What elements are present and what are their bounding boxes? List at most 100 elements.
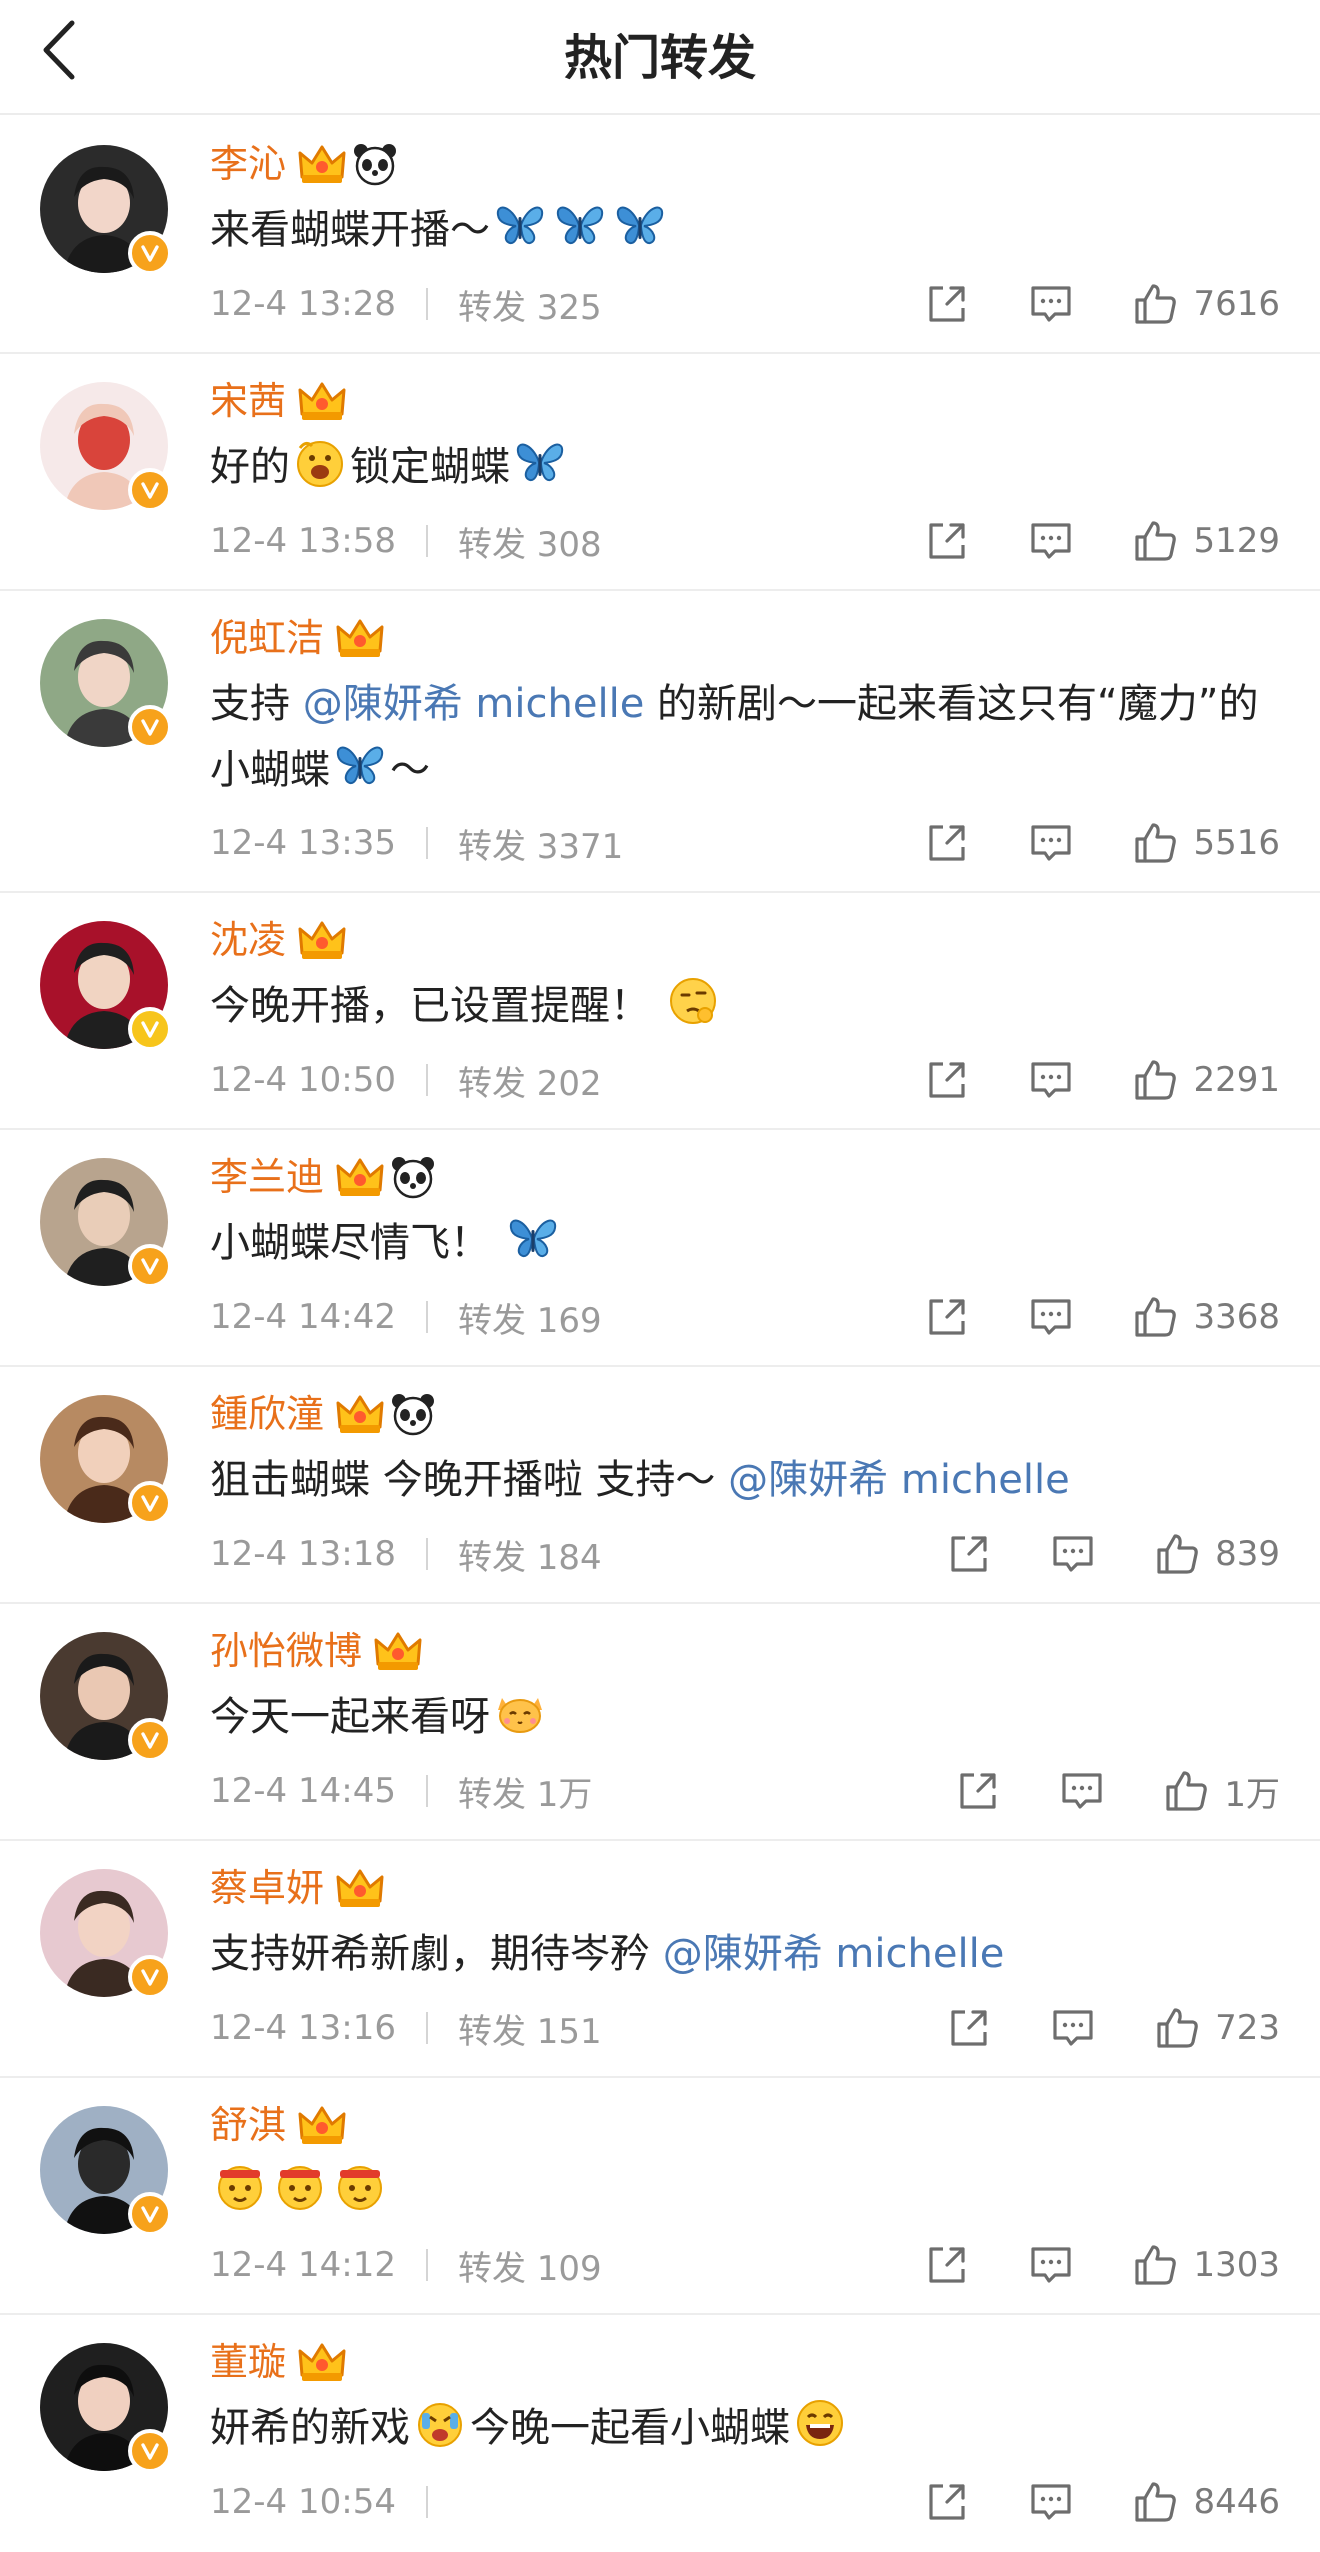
comment-text-segment: 锁定蝴蝶	[350, 444, 510, 490]
user-name[interactable]: 蔡卓妍	[210, 1859, 324, 1917]
user-name[interactable]: 孙怡微博	[210, 1622, 362, 1680]
like-count: 5516	[1193, 823, 1280, 863]
comment-icon[interactable]	[1027, 819, 1075, 867]
repost-item[interactable]: 李沁 来看蝴蝶开播～ 12-4 13:28 转发 325 7616	[0, 117, 1320, 354]
share-icon[interactable]	[945, 1530, 993, 1578]
share-icon[interactable]	[923, 2478, 971, 2526]
comment-icon[interactable]	[1027, 517, 1075, 565]
like-icon[interactable]	[1131, 517, 1179, 565]
like-icon[interactable]	[1131, 819, 1179, 867]
like-icon[interactable]	[1131, 2478, 1179, 2526]
comment-icon[interactable]	[1049, 2004, 1097, 2052]
avatar[interactable]	[40, 382, 172, 512]
timestamp: 12-4 10:54	[210, 2482, 396, 2522]
comment-icon[interactable]	[1058, 1767, 1106, 1815]
meta-row: 12-4 14:45 转发 1万 1万	[210, 1761, 1280, 1821]
comment-icon[interactable]	[1027, 280, 1075, 328]
repost-item[interactable]: 舒淇 12-4 14:12 转发 109 1303	[0, 2078, 1320, 2315]
top-bar: 热门转发	[0, 0, 1320, 115]
cat-emoji-icon	[492, 1684, 548, 1740]
repost-item[interactable]: 董璇 妍希的新戏 今晚一起看小蝴蝶 12-4 10:54 8446	[0, 2315, 1320, 2552]
comment-icon[interactable]	[1049, 1530, 1097, 1578]
repost-item[interactable]: 宋茜 好的 锁定蝴蝶 12-4 13:58 转发 308 5129	[0, 354, 1320, 591]
like-icon[interactable]	[1153, 2004, 1201, 2052]
like-count: 2291	[1193, 1060, 1280, 1100]
avatar[interactable]	[40, 145, 172, 275]
mention-link[interactable]: @陳妍希 michelle	[728, 1457, 1070, 1503]
divider	[425, 1538, 428, 1570]
avatar[interactable]	[40, 1632, 172, 1762]
share-icon[interactable]	[923, 1293, 971, 1341]
like-icon[interactable]	[1162, 1767, 1210, 1815]
share-icon[interactable]	[923, 517, 971, 565]
repost-item[interactable]: 李兰迪 小蝴蝶尽情飞！ 12-4 14:42 转发 169 3368	[0, 1130, 1320, 1367]
repost-list: 李沁 来看蝴蝶开播～ 12-4 13:28 转发 325 7616 宋茜 好的 …	[0, 117, 1320, 2552]
share-icon[interactable]	[954, 1767, 1002, 1815]
avatar[interactable]	[40, 1395, 172, 1525]
repost-item[interactable]: 孙怡微博 今天一起来看呀 12-4 14:45 转发 1万 1万	[0, 1604, 1320, 1841]
crown-icon	[298, 382, 346, 420]
user-name[interactable]: 董璇	[210, 2333, 286, 2391]
butterfly-emoji-icon	[505, 1210, 561, 1266]
user-name[interactable]: 舒淇	[210, 2096, 286, 2154]
user-name[interactable]: 李兰迪	[210, 1148, 324, 1206]
avatar[interactable]	[40, 2343, 172, 2473]
avatar[interactable]	[40, 619, 172, 749]
like-count: 5129	[1193, 521, 1280, 561]
share-icon[interactable]	[923, 280, 971, 328]
like-icon[interactable]	[1131, 1293, 1179, 1341]
like-icon[interactable]	[1131, 280, 1179, 328]
divider	[425, 2249, 428, 2281]
timestamp: 12-4 14:42	[210, 1297, 396, 1337]
like-icon[interactable]	[1131, 2241, 1179, 2289]
user-name[interactable]: 倪虹洁	[210, 609, 324, 667]
verified-badge-icon	[128, 231, 172, 275]
user-name[interactable]: 宋茜	[210, 372, 286, 430]
timestamp: 12-4 13:28	[210, 284, 396, 324]
comment-icon[interactable]	[1027, 2478, 1075, 2526]
comment-icon[interactable]	[1027, 2241, 1075, 2289]
verified-badge-icon	[128, 1007, 172, 1051]
comment-text: 今天一起来看呀	[210, 1684, 1280, 1750]
user-name[interactable]: 鍾欣潼	[210, 1385, 324, 1443]
share-icon[interactable]	[923, 2241, 971, 2289]
comment-text-segment: 支持	[210, 681, 303, 727]
mention-link[interactable]: @陳妍希 michelle	[663, 1931, 1005, 1977]
repost-count: 转发 169	[457, 1300, 602, 1341]
comment-text-segment: 狙击蝴蝶 今晚开播啦 支持～	[210, 1457, 729, 1503]
repost-item[interactable]: 蔡卓妍 支持妍希新劇，期待岑矜 @陳妍希 michelle 12-4 13:16…	[0, 1841, 1320, 2078]
timestamp: 12-4 13:35	[210, 823, 396, 863]
repost-item[interactable]: 沈凌 今晚开播，已设置提醒！ 12-4 10:50 转发 202 2291	[0, 893, 1320, 1130]
share-icon[interactable]	[945, 2004, 993, 2052]
share-icon[interactable]	[923, 1056, 971, 1104]
verified-badge-icon	[128, 468, 172, 512]
repost-item[interactable]: 鍾欣潼 狙击蝴蝶 今晚开播啦 支持～ @陳妍希 michelle 12-4 13…	[0, 1367, 1320, 1604]
user-name[interactable]: 李沁	[210, 135, 286, 193]
avatar[interactable]	[40, 921, 172, 1051]
like-icon[interactable]	[1131, 1056, 1179, 1104]
avatar[interactable]	[40, 1158, 172, 1288]
comment-icon[interactable]	[1027, 1056, 1075, 1104]
like-count: 839	[1215, 1534, 1280, 1574]
comment-text-segment: 好的	[210, 444, 290, 490]
butterfly-emoji-icon	[612, 197, 668, 253]
divider	[425, 1064, 428, 1096]
mention-link[interactable]: @陳妍希 michelle	[303, 681, 645, 727]
repost-count: 转发 202	[457, 1063, 602, 1104]
comment-icon[interactable]	[1027, 1293, 1075, 1341]
verified-badge-icon	[128, 1481, 172, 1525]
like-count: 3368	[1193, 1297, 1280, 1337]
repost-item[interactable]: 倪虹洁 支持 @陳妍希 michelle 的新剧～一起来看这只有“魔力”的小蝴蝶…	[0, 591, 1320, 893]
crown-icon	[298, 2106, 346, 2144]
verified-badge-icon	[128, 1955, 172, 1999]
avatar[interactable]	[40, 2106, 172, 2236]
crown-icon	[298, 145, 346, 183]
share-icon[interactable]	[923, 819, 971, 867]
meta-row: 12-4 13:58 转发 308 5129	[210, 511, 1280, 571]
crown-icon	[336, 1395, 384, 1433]
butterfly-emoji-icon	[552, 197, 608, 253]
avatar[interactable]	[40, 1869, 172, 1999]
user-name[interactable]: 沈凌	[210, 911, 286, 969]
like-icon[interactable]	[1153, 1530, 1201, 1578]
timestamp: 12-4 13:16	[210, 2008, 396, 2048]
